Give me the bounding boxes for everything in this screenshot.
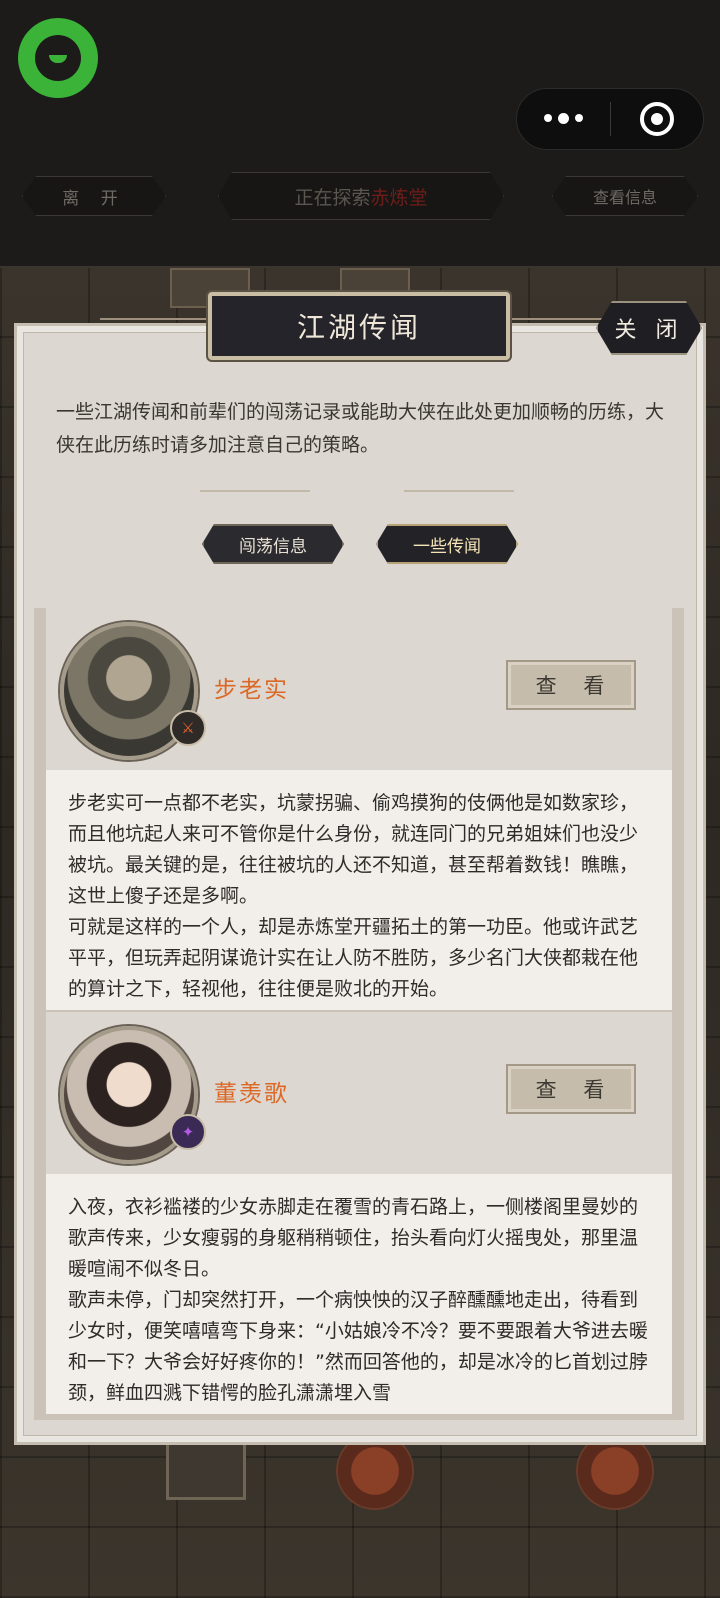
description-paragraph: 步老实可一点都不老实，坑蒙拐骗、偷鸡摸狗的伎俩他是如数家珍，而且他坑起人来可不管… xyxy=(68,792,639,907)
title-ornament xyxy=(100,318,220,332)
exploring-location: 赤炼堂 xyxy=(370,186,428,209)
card-description[interactable]: 步老实可一点都不老实，坑蒙拐骗、偷鸡摸狗的伎俩他是如数家珍，而且他坑起人来可不管… xyxy=(46,770,672,1010)
exploring-prefix: 正在探索 xyxy=(294,186,371,209)
close-miniprogram-icon[interactable] xyxy=(611,102,704,136)
card-header: ✦ 董羡歌 查 看 xyxy=(46,1012,672,1174)
weapon-badge-icon: ✦ xyxy=(170,1114,206,1150)
modal-title: 江湖传闻 xyxy=(208,292,510,360)
rumor-card: ⚔ 步老实 查 看 步老实可一点都不老实，坑蒙拐骗、偷鸡摸狗的伎俩他是如数家珍，… xyxy=(46,608,672,1010)
mini-program-capsule xyxy=(516,88,704,150)
character-name: 步老实 xyxy=(214,677,289,703)
view-info-button[interactable]: 查看信息 xyxy=(552,176,698,216)
description-paragraph: 入夜，衣衫褴褛的少女赤脚走在覆雪的青石路上，一侧楼阁里曼妙的歌声传来，少女瘦弱的… xyxy=(68,1196,639,1280)
leave-button[interactable]: 离 开 xyxy=(22,176,166,216)
tab-adventure-info[interactable]: 闯荡信息 xyxy=(202,524,344,564)
character-name: 董羡歌 xyxy=(214,1081,289,1107)
description-paragraph: 可就是这样的一个人，却是赤炼堂开疆拓土的第一功臣。他或许武艺平平，但玩弄起阴谋诡… xyxy=(68,916,639,1000)
divider xyxy=(404,490,514,492)
view-button[interactable]: 查 看 xyxy=(506,1064,636,1114)
rumor-list[interactable]: ⚔ 步老实 查 看 步老实可一点都不老实，坑蒙拐骗、偷鸡摸狗的伎俩他是如数家珍，… xyxy=(34,608,684,1420)
exploring-status: 正在探索 赤炼堂 xyxy=(218,172,504,220)
tab-rumors[interactable]: 一些传闻 xyxy=(376,524,518,564)
card-description[interactable]: 入夜，衣衫褴褛的少女赤脚走在覆雪的青石路上，一侧楼阁里曼妙的歌声传来，少女瘦弱的… xyxy=(46,1174,672,1414)
close-button[interactable]: 关 闭 xyxy=(596,301,702,355)
description-paragraph: 歌声未停，门却突然打开，一个病怏怏的汉子醉醺醺地走出，待看到少女时，便笑嘻嘻弯下… xyxy=(68,1289,648,1404)
more-menu-icon[interactable] xyxy=(517,113,610,124)
app-logo-icon xyxy=(18,18,98,98)
rumor-card: ✦ 董羡歌 查 看 入夜，衣衫褴褛的少女赤脚走在覆雪的青石路上，一侧楼阁里曼妙的… xyxy=(46,1012,672,1414)
divider xyxy=(200,490,310,492)
card-header: ⚔ 步老实 查 看 xyxy=(46,608,672,770)
view-button[interactable]: 查 看 xyxy=(506,660,636,710)
top-bar: 离 开 正在探索 赤炼堂 查看信息 xyxy=(0,0,720,268)
weapon-badge-icon: ⚔ xyxy=(170,710,206,746)
intro-text: 一些江湖传闻和前辈们的闯荡记录或能助大侠在此处更加顺畅的历练，大侠在此历练时请多… xyxy=(56,401,665,456)
